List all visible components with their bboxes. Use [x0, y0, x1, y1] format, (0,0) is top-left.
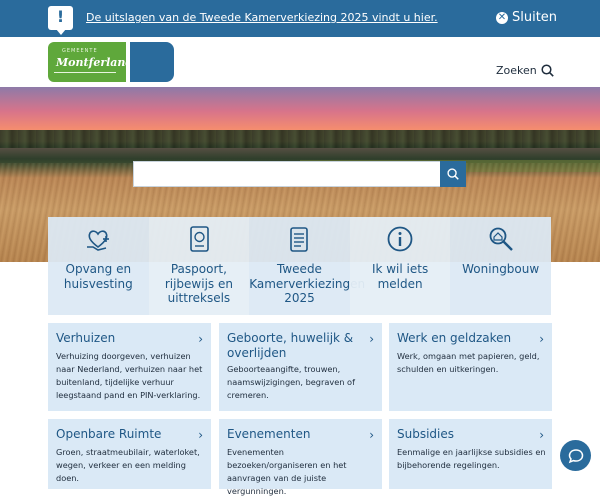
tile-label: Opvang en huisvesting: [63, 262, 133, 291]
card-description: Evenementen bezoeken/organiseren en het …: [227, 447, 347, 496]
chevron-right-icon: ›: [539, 332, 544, 346]
alert-icon: !: [48, 6, 73, 35]
card-title: Openbare Ruimte: [56, 427, 162, 441]
passport-icon: [190, 226, 209, 252]
tile-verkiezingen[interactable]: Tweede Kamerverkiezingen 2025: [249, 217, 366, 315]
tile-label: Ik wil iets melden: [371, 262, 429, 291]
quick-links: Opvang en huisvesting Paspoort, rijbewij…: [48, 217, 551, 315]
card-description: Groen, straatmeubilair, waterloket, wege…: [56, 447, 200, 483]
chevron-right-icon: ›: [369, 332, 374, 346]
card-werk[interactable]: Werk en geldzaken › Werk, omgaan met pap…: [389, 323, 552, 411]
banner-close-label: Sluiten: [512, 10, 558, 25]
card-title: Verhuizen: [56, 331, 116, 345]
chevron-right-icon: ›: [369, 428, 374, 442]
notification-banner: ! De uitslagen van de Tweede Kamerverkie…: [0, 0, 600, 37]
search-toggle-label: Zoeken: [496, 64, 537, 77]
tile-melden[interactable]: Ik wil iets melden: [349, 217, 451, 315]
chevron-right-icon: ›: [198, 332, 203, 346]
info-icon: [387, 226, 413, 252]
card-title: Subsidies: [397, 427, 455, 441]
logo-text: Montferland: [56, 56, 134, 69]
card-subsidies[interactable]: Subsidies › Eenmalige en jaarlijkse subs…: [389, 419, 552, 489]
chevron-right-icon: ›: [198, 428, 203, 442]
tile-opvang[interactable]: Opvang en huisvesting: [48, 217, 149, 315]
magnifier-house-icon: [489, 227, 513, 251]
tile-woningbouw[interactable]: Woningbouw: [450, 217, 551, 315]
close-icon: ✕: [496, 11, 508, 24]
search-toggle[interactable]: Zoeken: [496, 64, 554, 77]
card-description: Werk, omgaan met papieren, geld, schulde…: [397, 351, 540, 374]
card-evenementen[interactable]: Evenementen › Evenementen bezoeken/organ…: [219, 419, 382, 496]
search-icon: [447, 168, 459, 180]
document-list-icon: [290, 227, 309, 252]
search-submit-button[interactable]: [440, 161, 466, 187]
tile-label: Tweede Kamerverkiezingen 2025: [249, 262, 366, 305]
tile-paspoort[interactable]: Paspoort, rijbewijs en uittreksels: [148, 217, 250, 315]
site-header: GEMEENTE Montferland Zoeken: [0, 37, 600, 87]
banner-close-button[interactable]: ✕ Sluiten: [496, 10, 557, 25]
search-icon: [541, 64, 554, 77]
card-description: Geboorteaangifte, trouwen, naamswijzigin…: [227, 364, 355, 400]
chat-bubble-icon: [568, 448, 583, 463]
card-openbare-ruimte[interactable]: Openbare Ruimte › Groen, straatmeubilair…: [48, 419, 211, 489]
search-input[interactable]: [133, 161, 441, 187]
card-title: Geboorte, huwelijk & overlijden: [227, 331, 354, 360]
card-geboorte[interactable]: Geboorte, huwelijk & overlijden › Geboor…: [219, 323, 382, 411]
logo-small-text: GEMEENTE: [62, 48, 98, 54]
card-verhuizen[interactable]: Verhuizen › Verhuizing doorgeven, verhui…: [48, 323, 211, 411]
card-description: Verhuizing doorgeven, verhuizen naar Ned…: [56, 351, 203, 400]
chat-button[interactable]: [560, 440, 591, 471]
card-title: Werk en geldzaken: [397, 331, 512, 345]
card-title: Evenementen: [227, 427, 311, 441]
tile-label: Woningbouw: [462, 262, 540, 276]
logo-blue-block: [130, 42, 174, 82]
card-description: Eenmalige en jaarlijkse subsidies en bij…: [397, 447, 546, 470]
banner-link[interactable]: De uitslagen van de Tweede Kamerverkiezi…: [86, 11, 438, 24]
chevron-right-icon: ›: [539, 428, 544, 442]
tile-label: Paspoort, rijbewijs en uittreksels: [164, 262, 233, 305]
heart-hand-icon: [87, 230, 110, 251]
municipality-logo[interactable]: GEMEENTE Montferland: [48, 42, 133, 82]
